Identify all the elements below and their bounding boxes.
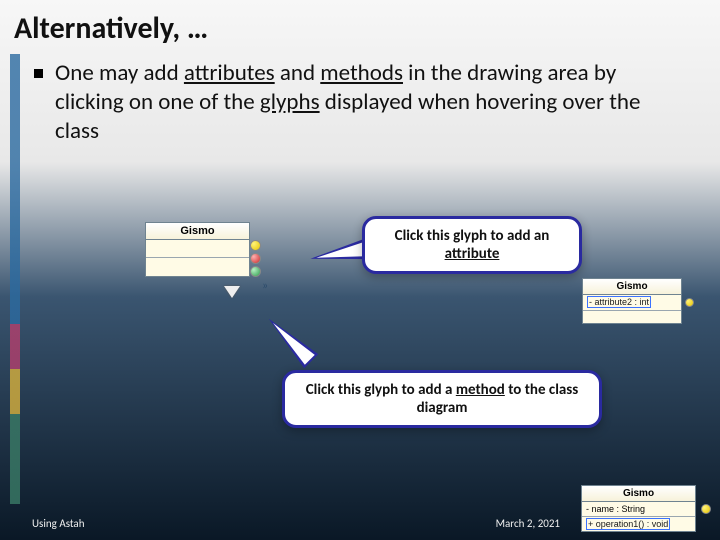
- slide-title: Alternatively, …: [0, 0, 720, 49]
- add-method-glyph[interactable]: [250, 266, 261, 277]
- uml-class-name: Gismo: [146, 223, 249, 240]
- uml-class-name: Gismo: [583, 279, 681, 295]
- accent-stripe: [10, 54, 20, 504]
- uml-class-main[interactable]: Gismo: [145, 222, 250, 277]
- resize-handle-icon[interactable]: [224, 286, 240, 298]
- add-attribute-glyph[interactable]: [685, 298, 694, 307]
- uml-attr-section[interactable]: [146, 240, 249, 258]
- callout-method: Click this glyph to add a method to the …: [282, 370, 602, 428]
- bullet-marker: [34, 69, 43, 78]
- uml-class-name: Gismo: [582, 486, 695, 502]
- expand-icon[interactable]: »: [262, 279, 268, 293]
- uml-op-section: + operation1() : void: [582, 517, 695, 531]
- add-attribute-glyph[interactable]: [701, 504, 711, 514]
- callout-tail: [309, 239, 367, 268]
- callout-tail: [262, 312, 319, 369]
- uml-op-section: [583, 311, 681, 323]
- bullet-text: One may add attributes and methods in th…: [55, 59, 680, 145]
- add-attribute-glyph-2[interactable]: [250, 253, 261, 264]
- uml-class-attr-example: Gismo - attribute2 : int: [582, 278, 682, 324]
- footer-left: Using Astah: [32, 517, 84, 530]
- uml-attr-section: - attribute2 : int: [583, 295, 681, 311]
- uml-op-section[interactable]: [146, 258, 249, 276]
- hover-glyph-stack: [250, 240, 261, 277]
- uml-attr-section: - name : String: [582, 502, 695, 517]
- callout-attribute: Click this glyph to add an attribute: [362, 216, 582, 274]
- uml-class-method-example: Gismo - name : String + operation1() : v…: [581, 485, 696, 532]
- bullet-item: One may add attributes and methods in th…: [0, 49, 720, 145]
- add-attribute-glyph[interactable]: [250, 240, 261, 251]
- footer-date: March 2, 2021: [496, 517, 560, 530]
